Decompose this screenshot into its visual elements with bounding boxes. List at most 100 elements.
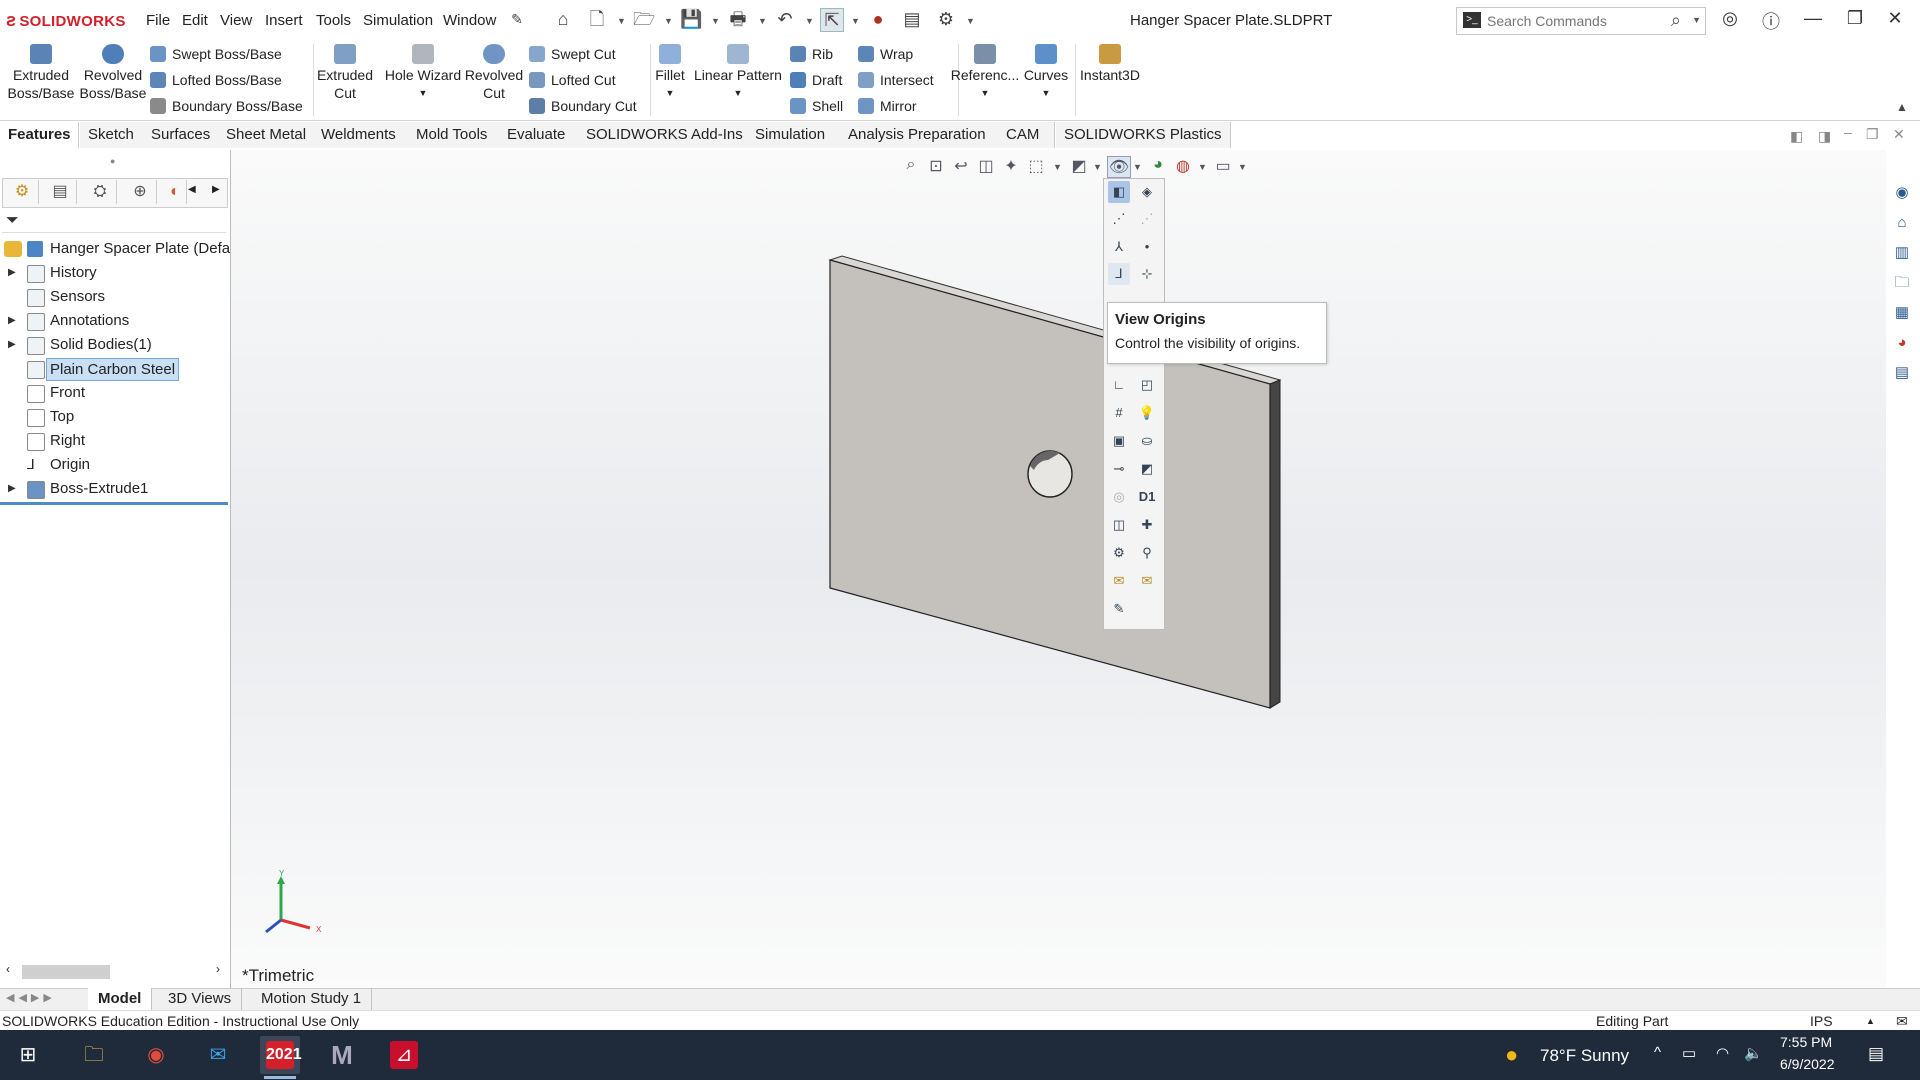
file-properties-icon[interactable]: ▤ xyxy=(901,8,923,30)
search-caret-icon[interactable]: ▼ xyxy=(1692,15,1701,25)
section-view-icon[interactable]: ◫ xyxy=(975,156,997,176)
tree-item-origin[interactable]: ⅃ Origin xyxy=(0,453,230,477)
tab-cam[interactable]: CAM xyxy=(998,122,1055,148)
select-caret-icon[interactable]: ▼ xyxy=(851,16,860,26)
search-input[interactable] xyxy=(1485,10,1659,32)
display-style-caret-icon[interactable]: ▼ xyxy=(1093,162,1102,172)
view-routing-points-icon[interactable]: ◎ xyxy=(1108,486,1130,508)
custom-properties-icon[interactable]: ▤ xyxy=(1891,362,1913,384)
units-caret-icon[interactable]: ▲ xyxy=(1866,1011,1875,1031)
chrome-taskbar-icon[interactable]: ◉ xyxy=(136,1036,176,1074)
tab-3d-views[interactable]: 3D Views xyxy=(158,988,243,1010)
previous-view-icon[interactable]: ↩ xyxy=(950,156,972,176)
menu-simulation[interactable]: Simulation xyxy=(363,12,433,29)
hole-wizard-caret-icon[interactable]: ▼ xyxy=(380,84,466,102)
fillet-button[interactable]: Fillet ▼ xyxy=(652,44,688,102)
view-bodies-icon[interactable]: ◩ xyxy=(1136,458,1158,480)
doc-close-icon[interactable]: ✕ xyxy=(1893,126,1905,143)
zoom-to-fit-icon[interactable]: ⌕ xyxy=(900,156,922,176)
shell-button[interactable]: Shell xyxy=(790,98,843,114)
menu-insert[interactable]: Insert xyxy=(265,12,303,29)
view-settings-icon[interactable]: ▭ xyxy=(1212,156,1234,176)
options-caret-icon[interactable]: ▼ xyxy=(966,16,975,26)
home-icon[interactable]: ⌂ xyxy=(1891,212,1913,234)
clock-time[interactable]: 7:55 PM xyxy=(1780,1034,1832,1050)
tab-weldments[interactable]: Weldments xyxy=(313,122,422,148)
restore-window-icon[interactable]: ❐ xyxy=(1840,8,1870,29)
scene-caret-icon[interactable]: ▼ xyxy=(1198,162,1207,172)
scroll-left-icon[interactable]: ‹ xyxy=(6,962,10,976)
zoom-to-area-icon[interactable]: ⊡ xyxy=(925,156,947,176)
tree-root[interactable]: Hanger Spacer Plate (Defa xyxy=(0,237,230,261)
traffic-light-icon[interactable]: ● xyxy=(867,8,889,30)
acrobat-taskbar-icon[interactable]: ⊿ xyxy=(384,1036,424,1074)
view-palette-icon[interactable]: ▦ xyxy=(1891,302,1913,324)
save-icon[interactable]: 💾 xyxy=(680,8,702,30)
pin-icon[interactable]: ✎ xyxy=(506,8,528,30)
tabs-scroll-left-icon[interactable]: ◀ xyxy=(188,184,196,195)
rib-button[interactable]: Rib xyxy=(790,46,833,62)
tree-item-material[interactable]: Plain Carbon Steel xyxy=(0,357,230,381)
tab-surfaces[interactable]: Surfaces xyxy=(143,122,226,148)
new-caret-icon[interactable]: ▼ xyxy=(617,16,626,26)
view-3d-sketch-planes-icon[interactable]: ◰ xyxy=(1136,374,1158,396)
select-arrow-icon[interactable]: ⇱ xyxy=(820,8,844,32)
show-hidden-icons-icon[interactable]: ^ xyxy=(1654,1044,1661,1061)
search-commands-box[interactable]: >_ ⌕ ▼ xyxy=(1456,7,1706,35)
print-caret-icon[interactable]: ▼ xyxy=(758,16,767,26)
notifications-icon[interactable]: ▤ xyxy=(1868,1044,1884,1064)
tab-features[interactable]: Features xyxy=(0,122,79,148)
scrollbar-thumb[interactable] xyxy=(22,965,110,979)
wifi-icon[interactable]: ◠ xyxy=(1716,1044,1729,1062)
status-units[interactable]: IPS xyxy=(1810,1011,1833,1031)
fillet-caret-icon[interactable]: ▼ xyxy=(652,84,688,102)
expand-arrow-icon[interactable]: ▶ xyxy=(8,333,16,357)
undo-icon[interactable]: ↶ xyxy=(774,8,796,30)
instant3d-button[interactable]: Instant3D xyxy=(1078,44,1142,84)
volume-icon[interactable]: 🔈 xyxy=(1744,1044,1763,1062)
display-manager-tab-icon[interactable]: ◐ xyxy=(164,180,187,204)
undo-caret-icon[interactable]: ▼ xyxy=(805,16,814,26)
menu-view[interactable]: View xyxy=(220,12,252,29)
lofted-cut-button[interactable]: Lofted Cut xyxy=(529,72,616,88)
view-routing-icon[interactable]: ✎ xyxy=(1108,598,1130,620)
view-parting-lines-icon[interactable]: ◫ xyxy=(1108,514,1130,536)
reference-geometry-button[interactable]: Referenc... ▼ xyxy=(950,44,1020,102)
battery-icon[interactable]: ▭ xyxy=(1682,1044,1696,1062)
panel-horizontal-scrollbar[interactable]: ‹ › xyxy=(4,962,222,980)
view-annotation-icon[interactable]: ✉ xyxy=(1108,570,1130,592)
expand-arrow-icon[interactable]: ▶ xyxy=(8,309,16,333)
draft-button[interactable]: Draft xyxy=(790,72,842,88)
tree-item-front-plane[interactable]: Front xyxy=(0,381,230,405)
new-document-icon[interactable]: 🗋 xyxy=(586,8,608,30)
edit-appearance-icon[interactable]: ◕ xyxy=(1147,156,1169,176)
hide-show-caret-icon[interactable]: ▼ xyxy=(1133,162,1142,172)
tab-solidworks-plastics[interactable]: SOLIDWORKS Plastics xyxy=(1056,122,1231,148)
search-icon[interactable]: ⌕ xyxy=(1671,10,1681,31)
view-sketches-icon[interactable]: ∟ xyxy=(1108,374,1130,396)
view-planes-icon[interactable]: ◧ xyxy=(1108,181,1130,203)
rollback-bar[interactable] xyxy=(0,502,228,505)
configuration-manager-tab-icon[interactable]: ⛭ xyxy=(84,180,117,204)
view-mates-icon[interactable]: ⚙ xyxy=(1108,542,1130,564)
mirror-button[interactable]: Mirror xyxy=(858,98,917,114)
view-settings-caret-icon[interactable]: ▼ xyxy=(1238,162,1247,172)
windows-start-icon[interactable]: ⊞ xyxy=(8,1036,48,1074)
menu-window[interactable]: Window xyxy=(443,12,496,29)
doc-minimize-icon[interactable]: – xyxy=(1844,124,1852,140)
extruded-cut-button[interactable]: Extruded Cut xyxy=(315,44,375,102)
view-points-icon[interactable]: • xyxy=(1136,236,1158,258)
view-decals-icon[interactable]: ⛀ xyxy=(1136,430,1158,452)
close-window-icon[interactable]: ✕ xyxy=(1880,8,1910,29)
view-grid-icon[interactable]: # xyxy=(1108,402,1130,424)
status-notification-icon[interactable]: ✉ xyxy=(1896,1011,1908,1031)
apply-scene-icon[interactable]: ◍ xyxy=(1172,156,1194,176)
menu-file[interactable]: File xyxy=(146,12,170,29)
view-dimension-names-icon[interactable]: D1 xyxy=(1136,486,1158,508)
view-axes-icon[interactable]: ⋰ xyxy=(1108,208,1130,230)
boundary-cut-button[interactable]: Boundary Cut xyxy=(529,98,637,114)
open-folder-icon[interactable]: 🗁 xyxy=(633,8,655,30)
view-cameras-icon[interactable]: ▣ xyxy=(1108,430,1130,452)
lofted-boss-base-button[interactable]: Lofted Boss/Base xyxy=(150,72,282,88)
file-explorer-taskbar-icon[interactable]: 🗀 xyxy=(74,1036,114,1074)
